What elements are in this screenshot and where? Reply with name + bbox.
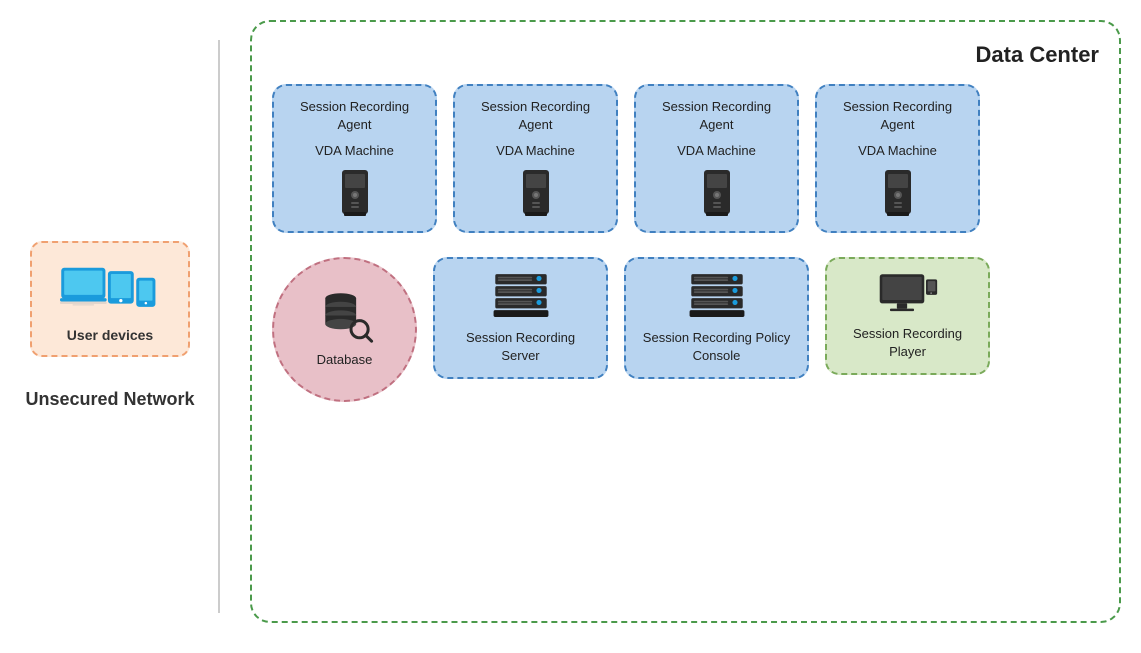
- database-icon: [315, 288, 375, 343]
- agent-2-vda: VDA Machine: [496, 142, 575, 160]
- agent-box-4: Session Recording Agent VDA Machine: [815, 84, 980, 233]
- player-box: Session Recording Player: [825, 257, 990, 375]
- agent-1-vda: VDA Machine: [315, 142, 394, 160]
- agent-box-1: Session Recording Agent VDA Machine: [272, 84, 437, 233]
- data-center-border: Data Center Session Recording Agent VDA …: [250, 20, 1121, 623]
- unsecured-network-label: Unsecured Network: [25, 387, 194, 412]
- session-recording-player-label: Session Recording Player: [843, 325, 972, 361]
- user-devices-label: User devices: [67, 327, 153, 343]
- user-devices-icon: [60, 259, 160, 319]
- agent-4-vda: VDA Machine: [858, 142, 937, 160]
- database-label: Database: [317, 351, 373, 369]
- database-box: Database: [272, 257, 417, 402]
- user-devices-box: User devices: [30, 241, 190, 357]
- computer-tower-icon-1: [336, 169, 374, 219]
- policy-console-label: Session Recording Policy Console: [642, 329, 791, 365]
- agent-box-3: Session Recording Agent VDA Machine: [634, 84, 799, 233]
- monitor-icon: [878, 271, 938, 317]
- agent-2-label: Session Recording Agent: [469, 98, 602, 134]
- policy-box: Session Recording Policy Console: [624, 257, 809, 379]
- session-recording-server-label: Session Recording Server: [451, 329, 590, 365]
- right-panel: Data Center Session Recording Agent VDA …: [220, 0, 1141, 653]
- data-center-title: Data Center: [272, 42, 1099, 68]
- agent-1-label: Session Recording Agent: [288, 98, 421, 134]
- main-container: User devices Unsecured Network Data Cent…: [0, 0, 1141, 653]
- agent-4-label: Session Recording Agent: [831, 98, 964, 134]
- computer-tower-icon-2: [517, 169, 555, 219]
- bottom-row: Database: [272, 257, 1099, 402]
- agent-box-2: Session Recording Agent VDA Machine: [453, 84, 618, 233]
- left-panel: User devices Unsecured Network: [0, 0, 220, 653]
- agent-3-label: Session Recording Agent: [650, 98, 783, 134]
- server-rack-icon-2: [687, 271, 747, 321]
- agent-3-vda: VDA Machine: [677, 142, 756, 160]
- computer-tower-icon-4: [879, 169, 917, 219]
- server-box: Session Recording Server: [433, 257, 608, 379]
- computer-tower-icon-3: [698, 169, 736, 219]
- server-rack-icon-1: [491, 271, 551, 321]
- top-row: Session Recording Agent VDA Machine: [272, 84, 1099, 233]
